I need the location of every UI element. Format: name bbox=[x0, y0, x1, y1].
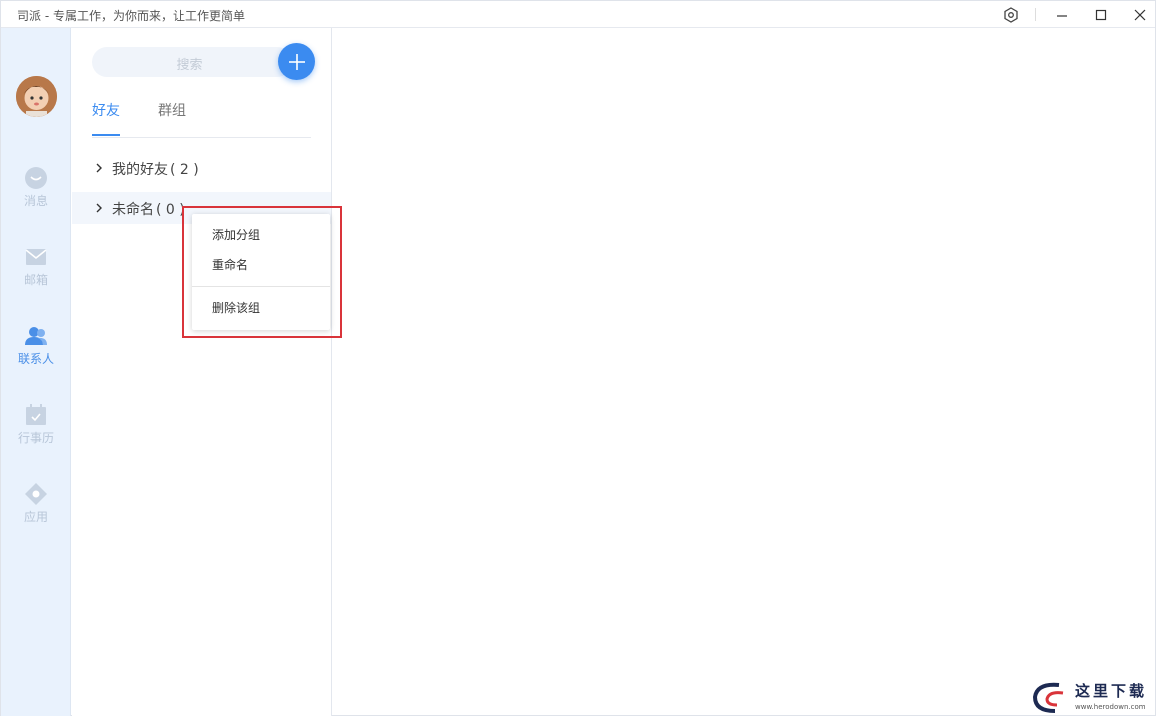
message-icon bbox=[25, 167, 47, 189]
group-row[interactable]: 我的好友( 2 ) bbox=[72, 152, 331, 184]
app-window: 司派 - 专属工作，为你而来，让工作更简单 消息 邮箱 联系人 行事历 应用 搜… bbox=[0, 0, 1156, 716]
avatar[interactable] bbox=[16, 76, 57, 117]
rail-item-apps[interactable]: 应用 bbox=[1, 482, 71, 538]
minimize-button[interactable] bbox=[1044, 1, 1080, 28]
search-input[interactable]: 搜索 bbox=[92, 47, 292, 77]
maximize-icon bbox=[1095, 9, 1107, 20]
minimize-icon bbox=[1057, 14, 1067, 17]
search-placeholder: 搜索 bbox=[176, 58, 203, 73]
group-label: 未命名( 0 ) bbox=[112, 199, 185, 219]
watermark-text: 这里下载 bbox=[1075, 682, 1148, 700]
settings-button[interactable] bbox=[993, 1, 1029, 28]
gear-icon bbox=[1004, 6, 1018, 23]
group-count: ( 2 ) bbox=[170, 162, 199, 178]
calendar-icon bbox=[26, 404, 46, 425]
title-bar: 司派 - 专属工作，为你而来，让工作更简单 bbox=[1, 1, 1155, 28]
plus-icon bbox=[288, 53, 305, 70]
group-name: 未命名 bbox=[112, 202, 154, 218]
tab-friends[interactable]: 好友 bbox=[92, 102, 120, 137]
chevron-right-icon bbox=[96, 203, 102, 213]
rail-item-contacts[interactable]: 联系人 bbox=[1, 324, 71, 380]
nav-rail: 消息 邮箱 联系人 行事历 应用 bbox=[1, 28, 71, 716]
watermark-logo-icon bbox=[1032, 682, 1064, 713]
add-button[interactable] bbox=[278, 43, 315, 80]
group-name: 我的好友 bbox=[112, 162, 168, 178]
avatar-image bbox=[16, 76, 57, 117]
rail-label: 联系人 bbox=[17, 352, 54, 366]
rail-item-messages[interactable]: 消息 bbox=[1, 166, 71, 222]
rail-label: 邮箱 bbox=[23, 273, 48, 287]
rail-label: 应用 bbox=[23, 510, 48, 524]
apps-icon bbox=[25, 483, 47, 505]
contacts-panel: 搜索 好友 群组 我的好友( 2 ) 未命名( 0 ) bbox=[72, 28, 332, 716]
title-separator bbox=[1035, 8, 1036, 21]
rail-item-calendar[interactable]: 行事历 bbox=[1, 403, 71, 459]
group-count: ( 0 ) bbox=[156, 202, 185, 218]
rail-item-mail[interactable]: 邮箱 bbox=[1, 245, 71, 301]
mail-icon bbox=[25, 249, 47, 265]
group-label: 我的好友( 2 ) bbox=[112, 159, 199, 179]
contact-tabs: 好友 群组 bbox=[92, 102, 311, 138]
watermark: 这里下载 www.herodown.com bbox=[1029, 679, 1155, 715]
maximize-button[interactable] bbox=[1083, 1, 1119, 28]
tab-groups[interactable]: 群组 bbox=[158, 102, 186, 137]
close-button[interactable] bbox=[1122, 1, 1156, 28]
watermark-url: www.herodown.com bbox=[1075, 703, 1146, 711]
rail-label: 行事历 bbox=[17, 431, 54, 445]
rail-label: 消息 bbox=[23, 194, 48, 208]
chevron-right-icon bbox=[96, 163, 102, 173]
annotation-highlight-box bbox=[182, 206, 342, 338]
contacts-icon bbox=[25, 327, 47, 345]
window-title: 司派 - 专属工作，为你而来，让工作更简单 bbox=[17, 9, 245, 23]
close-icon bbox=[1134, 9, 1146, 20]
